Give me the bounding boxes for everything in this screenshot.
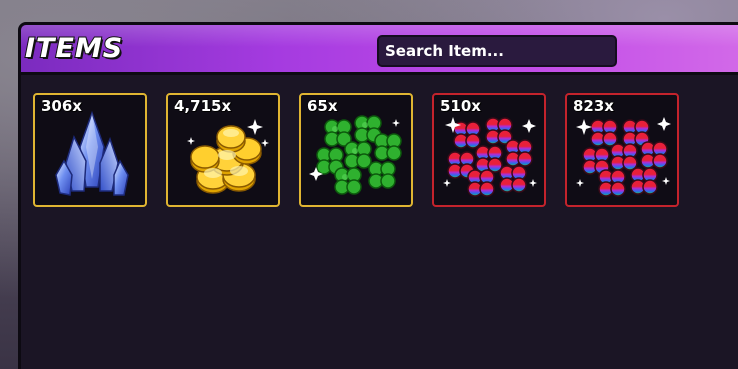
item-count: 823x bbox=[573, 97, 615, 116]
item-slot-clover[interactable]: 65x bbox=[299, 93, 413, 207]
items-grid: 306x 4,715x 65x 510x 823x bbox=[33, 93, 679, 207]
item-count: 510x bbox=[440, 97, 482, 116]
item-slot-coins[interactable]: 4,715x bbox=[166, 93, 280, 207]
green-clover-icon bbox=[309, 115, 402, 195]
item-count: 306x bbox=[41, 97, 83, 116]
item-count: 65x bbox=[307, 97, 339, 116]
item-count: 4,715x bbox=[173, 97, 232, 116]
gold-coins-icon bbox=[187, 119, 269, 194]
items-header: ITEMS bbox=[21, 25, 738, 75]
items-panel: ITEMS 306x bbox=[18, 22, 738, 369]
item-slot-rainbow-clover[interactable]: 510x bbox=[432, 93, 546, 207]
rainbow-clover-icon bbox=[443, 117, 537, 197]
item-slot-crystal[interactable]: 306x bbox=[33, 93, 147, 207]
item-slot-rainbow-clover-2[interactable]: 823x bbox=[565, 93, 679, 207]
rainbow-clover-icon bbox=[576, 117, 671, 197]
search-item-input[interactable] bbox=[377, 35, 617, 67]
page-title: ITEMS bbox=[24, 32, 124, 65]
blue-crystal-icon bbox=[55, 110, 129, 196]
